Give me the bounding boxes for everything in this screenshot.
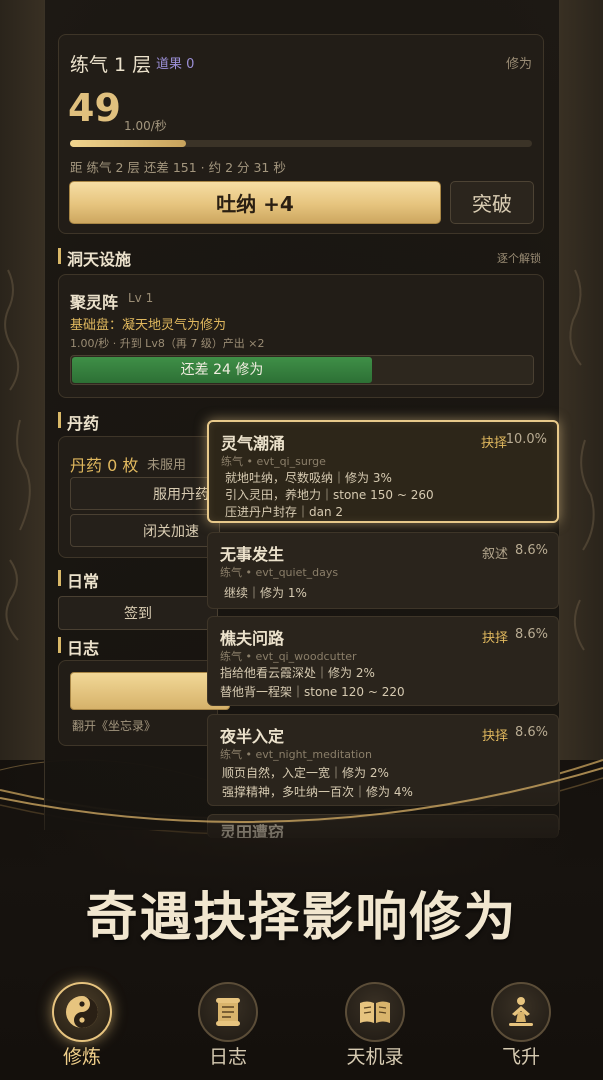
tab-tianji[interactable]: 天机录 (325, 978, 425, 1074)
tab-icon-frame (345, 982, 405, 1042)
tab-label: 修炼 (62, 1046, 101, 1068)
tab-cultivate[interactable]: 修炼 (32, 978, 132, 1074)
tab-ascend[interactable]: 飞升 (471, 978, 571, 1074)
tab-icon-frame (491, 982, 551, 1042)
tab-log[interactable]: 日志 (178, 978, 278, 1074)
tab-icon-frame (198, 982, 258, 1042)
scroll-icon (216, 998, 240, 1026)
open-book-icon (360, 1001, 390, 1023)
tab-label: 天机录 (346, 1046, 404, 1068)
tab-label: 日志 (208, 1046, 247, 1068)
yin-yang-icon (66, 996, 98, 1028)
promo-slogan: 奇遇抉择影响修为 (85, 887, 518, 948)
ascend-figure-icon (509, 997, 533, 1026)
tab-label: 飞升 (501, 1046, 540, 1068)
tab-icon-frame (52, 982, 112, 1042)
